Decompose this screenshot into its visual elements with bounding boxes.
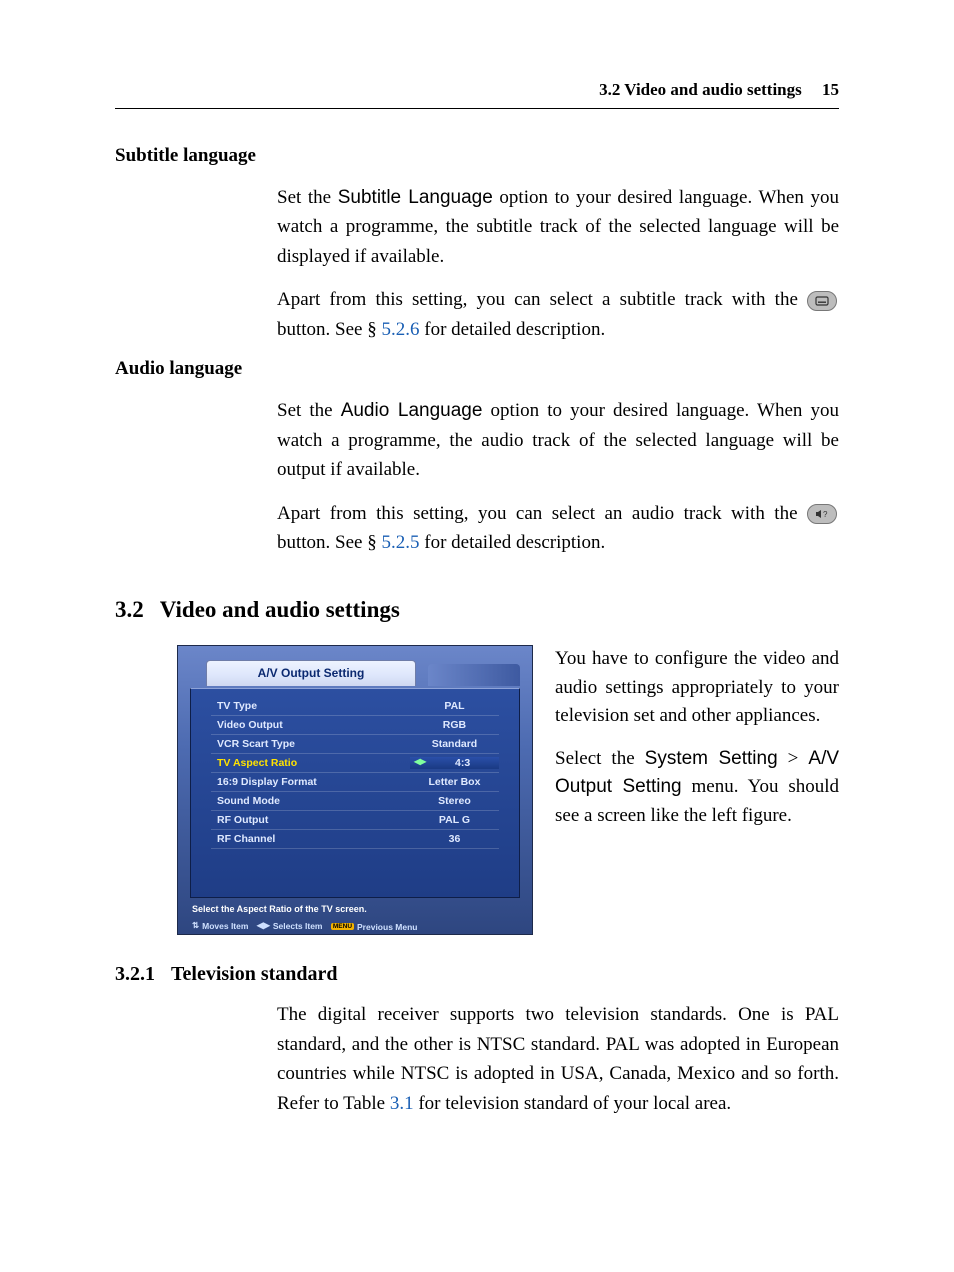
body-subtitle-language: Set the Subtitle Language option to your… [277, 183, 839, 344]
text: button. See § [277, 319, 382, 340]
osd-footer-selects: Selects Item [273, 921, 323, 931]
osd-row-value: PAL G [410, 814, 499, 826]
crossref-5-2-5[interactable]: 5.2.5 [382, 532, 420, 553]
subsection-heading: 3.2.1 Television standard [115, 963, 839, 986]
osd-row: RF OutputPAL G [211, 811, 499, 830]
text: Select the [555, 748, 645, 769]
osd-row-value: 4:3 [410, 757, 499, 769]
osd-row-label: RF Channel [211, 833, 410, 845]
subsection-number: 3.2.1 [115, 963, 155, 986]
leftright-icon: ◀▶ [257, 920, 270, 931]
menu-path-system-setting: System Setting [645, 748, 778, 769]
updown-icon: ⇅ [192, 920, 199, 931]
osd-row-value: PAL [410, 700, 499, 712]
heading-audio-language: Audio language [115, 358, 839, 380]
option-label-audio-language: Audio Language [341, 400, 483, 421]
osd-row-label: 16:9 Display Format [211, 776, 410, 788]
osd-row-label: Video Output [211, 719, 410, 731]
header-title: 3.2 Video and audio settings [599, 80, 802, 99]
crossref-5-2-6[interactable]: 5.2.6 [382, 319, 420, 340]
osd-secondary-tab [428, 664, 520, 686]
figure-av-output-setting: A/V Output Setting TV TypePALVideo Outpu… [177, 645, 533, 935]
text: button. See § [277, 532, 382, 553]
subsection-title: Television standard [171, 963, 338, 986]
osd-row-value: RGB [410, 719, 499, 731]
osd-help-text: Select the Aspect Ratio of the TV screen… [190, 898, 520, 916]
osd-footer: ⇅Moves Item ◀▶Selects Item MENUPrevious … [190, 916, 520, 936]
section-title: Video and audio settings [160, 597, 400, 623]
text: for television standard of your local ar… [414, 1093, 732, 1114]
osd-row: Sound ModeStereo [211, 792, 499, 811]
body-television-standard: The digital receiver supports two televi… [277, 1000, 839, 1118]
osd-row: Video OutputRGB [211, 716, 499, 735]
text: Set the [277, 187, 338, 208]
text: for detailed description. [420, 319, 606, 340]
osd-row-value: Letter Box [410, 776, 499, 788]
text: for detailed description. [420, 532, 606, 553]
osd-footer-prev: Previous Menu [357, 922, 417, 932]
audio-button-icon: ? [807, 504, 837, 524]
text: Set the [277, 400, 341, 421]
text: You have to configure the video and audi… [555, 645, 839, 731]
osd-row-value: Stereo [410, 795, 499, 807]
section-number: 3.2 [115, 597, 144, 623]
osd-row-value: Standard [410, 738, 499, 750]
osd-row-value: 36 [410, 833, 499, 845]
osd-title-tab: A/V Output Setting [206, 660, 416, 686]
osd-row: VCR Scart TypeStandard [211, 735, 499, 754]
osd-row-label: Sound Mode [211, 795, 410, 807]
osd-row-label: RF Output [211, 814, 410, 826]
osd-settings-grid: TV TypePALVideo OutputRGBVCR Scart TypeS… [190, 688, 520, 898]
osd-footer-moves: Moves Item [202, 921, 248, 931]
running-header: 3.2 Video and audio settings 15 [115, 80, 839, 109]
body-audio-language: Set the Audio Language option to your de… [277, 396, 839, 557]
osd-row: 16:9 Display FormatLetter Box [211, 773, 499, 792]
svg-text:?: ? [823, 510, 828, 519]
osd-row: RF Channel36 [211, 830, 499, 849]
osd-row-label: VCR Scart Type [211, 738, 410, 750]
section-heading: 3.2 Video and audio settings [115, 597, 839, 623]
heading-subtitle-language: Subtitle language [115, 145, 839, 167]
option-label-subtitle-language: Subtitle Language [338, 187, 493, 208]
crossref-table-3-1[interactable]: 3.1 [390, 1093, 414, 1114]
figure-caption-text: You have to configure the video and audi… [555, 645, 839, 935]
osd-row-label: TV Type [211, 700, 410, 712]
text: Apart from this setting, you can select … [277, 289, 807, 310]
subtitle-button-icon [807, 291, 837, 311]
text: Apart from this setting, you can select … [277, 503, 807, 524]
menu-badge-icon: MENU [331, 923, 354, 930]
text: > [778, 748, 809, 769]
osd-row-label: TV Aspect Ratio [211, 757, 410, 769]
osd-row: TV TypePAL [211, 697, 499, 716]
osd-row: TV Aspect Ratio4:3 [211, 754, 499, 773]
page-number: 15 [822, 80, 839, 99]
